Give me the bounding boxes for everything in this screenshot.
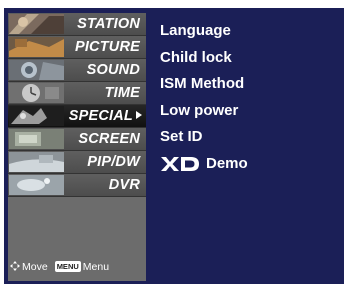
- option-child-lock[interactable]: Child lock: [160, 45, 248, 72]
- move-arrows-icon: [10, 261, 20, 271]
- menu-item-label: TIME: [104, 85, 140, 101]
- station-thumbnail-icon: [9, 14, 64, 34]
- menu-item-time[interactable]: TIME: [8, 82, 146, 105]
- move-hint-label: Move: [22, 261, 48, 273]
- menu-item-label: SCREEN: [78, 131, 140, 147]
- time-thumbnail-icon: [9, 83, 64, 103]
- special-thumbnail-icon: [9, 106, 64, 126]
- picture-thumbnail-icon: [9, 37, 64, 57]
- navigation-hint: Move MENU Menu: [10, 261, 146, 275]
- option-set-id[interactable]: Set ID: [160, 124, 248, 151]
- option-low-power[interactable]: Low power: [160, 98, 248, 125]
- menu-item-screen[interactable]: SCREEN: [8, 128, 146, 151]
- menu-item-picture[interactable]: PICTURE: [8, 36, 146, 59]
- osd-menu: STATION PICTURE SOUND TIME SPECIAL SCREE…: [4, 8, 344, 284]
- screen-thumbnail-icon: [9, 129, 64, 149]
- menu-item-pipdw[interactable]: PIP/DW: [8, 151, 146, 174]
- xd-logo-icon: [161, 156, 199, 171]
- menu-item-label: DVR: [108, 177, 140, 193]
- menu-item-special[interactable]: SPECIAL: [8, 105, 146, 128]
- pipdw-thumbnail-icon: [9, 152, 64, 172]
- menu-item-label: PIP/DW: [87, 154, 140, 170]
- menu-key-badge: MENU: [54, 261, 81, 272]
- option-demo-label: Demo: [206, 154, 248, 172]
- menu-item-station[interactable]: STATION: [8, 13, 146, 36]
- menu-item-dvr[interactable]: DVR: [8, 174, 146, 197]
- special-submenu: Language Child lock ISM Method Low power…: [160, 18, 248, 177]
- menu-item-label: SOUND: [86, 62, 140, 78]
- option-ism-method[interactable]: ISM Method: [160, 71, 248, 98]
- dvr-thumbnail-icon: [9, 175, 64, 195]
- menu-hint-label: Menu: [82, 261, 110, 273]
- sound-thumbnail-icon: [9, 60, 64, 80]
- menu-item-label: PICTURE: [74, 39, 140, 55]
- option-xd-demo[interactable]: Demo: [160, 151, 248, 178]
- menu-item-sound[interactable]: SOUND: [8, 59, 146, 82]
- main-menu-sidebar: STATION PICTURE SOUND TIME SPECIAL SCREE…: [8, 13, 146, 281]
- option-language[interactable]: Language: [160, 18, 248, 45]
- submenu-arrow-icon: [136, 111, 142, 119]
- menu-item-label: STATION: [77, 16, 140, 32]
- menu-item-label: SPECIAL: [69, 105, 142, 128]
